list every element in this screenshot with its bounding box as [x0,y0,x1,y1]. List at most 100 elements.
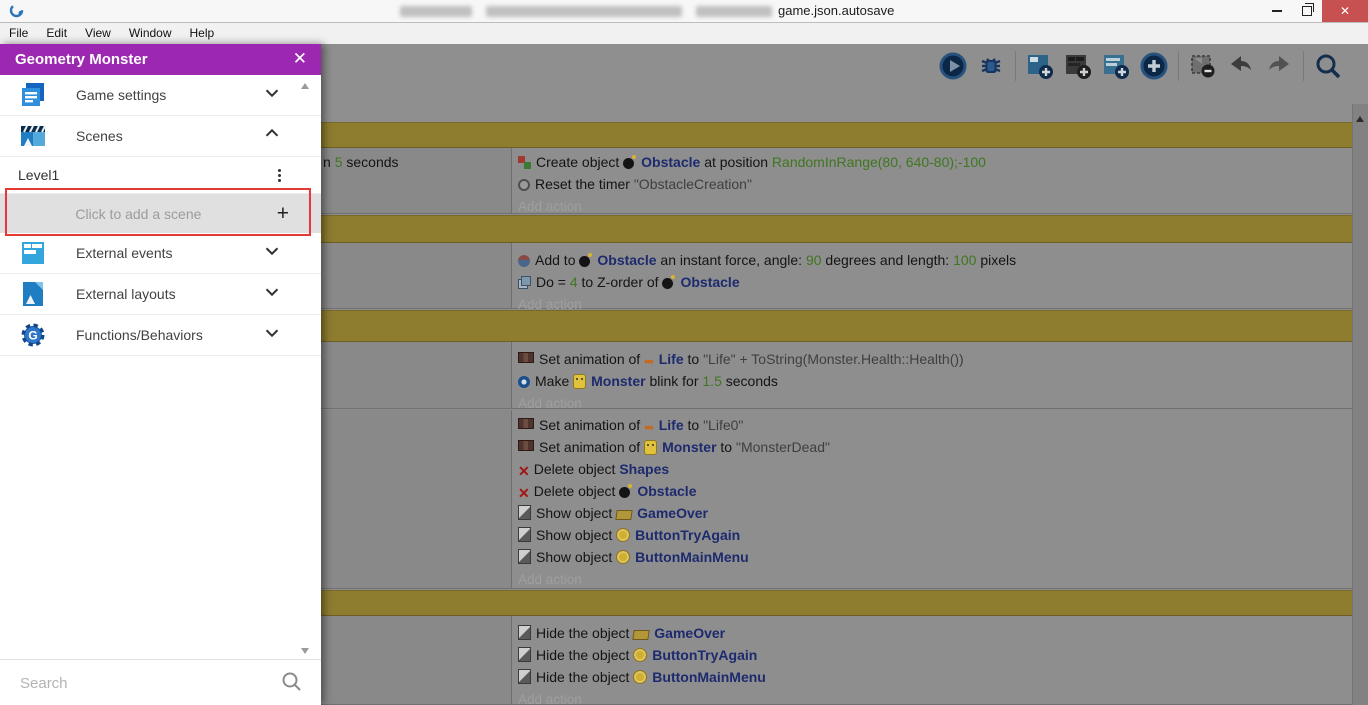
toolbar-undo-icon[interactable] [1227,52,1255,80]
actions-column[interactable]: Set animation of ••• Life to "Life" + ToS… [511,342,1352,411]
chevron-down-icon[interactable] [261,281,283,308]
event-action[interactable]: Hide the object ButtonTryAgain [518,644,1352,666]
event-action[interactable]: Make Monster blink for 1.5 seconds [518,370,1352,392]
event-action[interactable]: Do = 4 to Z-order of Obstacle [518,271,1352,293]
menu-item-view[interactable]: View [76,23,120,44]
text-plain: Add to [535,252,580,268]
text-obj: ButtonMainMenu [635,549,749,565]
text-plain: Delete object [533,461,620,477]
text-obj: ButtonTryAgain [635,527,741,543]
close-window-button[interactable]: ✕ [1322,0,1368,22]
text-str: "Life0" [703,417,744,433]
actions-column[interactable]: Set animation of ••• Life to "Life0" Set a… [511,410,1352,588]
text-obj: Monster [591,373,646,389]
event-action[interactable]: Show object GameOver [518,502,1352,524]
text-param: 100 [953,252,977,268]
panel-title: Geometry Monster [15,51,148,68]
toolbar-add-sub-event-icon[interactable] [1064,52,1092,80]
restore-button[interactable] [1292,0,1322,22]
text-plain: blink for [645,373,703,389]
scene-item-level1[interactable]: Level1 [0,157,321,194]
search-input[interactable] [18,670,272,696]
chevron-up-icon[interactable] [261,123,283,150]
event-action[interactable]: Set animation of Monster to "MonsterDead… [518,436,1352,458]
game-settings-icon [18,80,48,110]
text-plain: seconds [721,373,778,389]
title-bar: game.json.autosave ✕ [0,0,1368,23]
sidebar-item-external-events[interactable]: External events [0,233,321,274]
menu-item-help[interactable]: Help [181,23,224,44]
text-obj: GameOver [637,505,708,521]
text-param: RandomInRange(80, 640-80);-100 [771,154,986,170]
chevron-down-icon[interactable] [261,240,283,267]
text-plain: Set animation of [539,417,645,433]
text-str: "ObstacleCreation" [633,176,752,192]
redacted-title-segment [400,6,772,17]
event-action[interactable]: Show object ButtonMainMenu [518,546,1352,568]
toolbar-debug-icon[interactable] [977,52,1005,80]
bomb-icon [623,155,637,169]
force-icon [518,255,530,267]
blink-icon [518,376,530,388]
text-obj: Obstacle [597,252,657,268]
sidebar-item-game-settings[interactable]: Game settings [0,75,321,116]
sidebar-item-scenes[interactable]: Scenes [0,116,321,157]
monster-icon [644,440,658,455]
event-action[interactable]: Reset the timer "ObstacleCreation" [518,173,1352,195]
text-plain: Make [535,373,574,389]
sidebar-item-label: External events [76,245,173,261]
sidebar-item-label: Game settings [76,87,167,103]
event-action[interactable]: Set animation of ••• Life to "Life0" [518,414,1352,436]
chevron-down-icon[interactable] [261,82,283,109]
monster-icon [573,374,587,389]
toolbar-search-icon[interactable] [1314,52,1342,80]
menu-item-file[interactable]: File [0,23,37,44]
main-scrollbar[interactable] [1352,104,1368,705]
menu-item-edit[interactable]: Edit [37,23,76,44]
add-action-link[interactable]: Add action [518,568,1352,590]
text-plain: to Z-order of [577,274,663,290]
toolbar-add-comment-icon[interactable] [1102,52,1130,80]
add-action-link[interactable]: Add action [518,688,1352,705]
menu-item-window[interactable]: Window [120,23,181,44]
sidebar-item-functions-behaviors[interactable]: G Functions/Behaviors [0,315,321,356]
text-plain: to [683,417,704,433]
text-plain: Set animation of [539,439,645,455]
actions-column[interactable]: Add to Obstacle an instant force, angle:… [511,243,1352,312]
minimize-icon [1272,10,1282,12]
sidebar-item-label: External layouts [76,286,176,302]
toolbar-redo-icon[interactable] [1265,52,1293,80]
actions-column[interactable]: Create object Obstacle at position Rando… [511,148,1352,214]
kebab-menu-icon[interactable] [278,168,281,182]
text-param: 4 [569,274,578,290]
event-action[interactable]: Hide the object ButtonMainMenu [518,666,1352,688]
event-action[interactable]: Show object ButtonTryAgain [518,524,1352,546]
event-action[interactable]: ✕ Delete object Obstacle [518,480,1352,502]
event-action[interactable]: Set animation of ••• Life to "Life" + ToS… [518,348,1352,370]
text-obj: ButtonMainMenu [652,669,766,685]
sidebar-item-external-layouts[interactable]: External layouts [0,274,321,315]
close-panel-button[interactable]: ✕ [293,49,307,69]
toolbar-play-icon[interactable] [939,52,967,80]
event-action[interactable]: Hide the object GameOver [518,622,1352,644]
scroll-up-icon[interactable] [1356,116,1364,122]
actions-column[interactable]: Hide the object GameOver Hide the object … [511,616,1352,705]
event-action[interactable]: ✕ Delete object Shapes [518,458,1352,480]
toolbar-remove-event-icon[interactable] [1189,52,1217,80]
toolbar-add-event-icon[interactable] [1026,52,1054,80]
event-action[interactable]: Add to Obstacle an instant force, angle:… [518,249,1352,271]
text-plain: Show object [536,527,617,543]
gameover-icon [615,510,633,520]
animation-icon [518,418,534,429]
event-action[interactable]: Create object Obstacle at position Rando… [518,151,1352,173]
create-object-icon [518,156,531,169]
minimize-button[interactable] [1262,0,1292,22]
toolbar-add-plus-icon[interactable] [1140,52,1168,80]
add-scene-button[interactable]: Click to add a scene + [0,194,321,233]
sidebar-scroll-up-icon[interactable] [301,83,309,89]
sidebar-scroll-down-icon[interactable] [301,648,309,654]
text-obj: Life [658,417,684,433]
text-muted: Add action [518,396,582,411]
chevron-down-icon[interactable] [261,322,283,349]
add-action-link[interactable]: Add action [518,195,1352,217]
